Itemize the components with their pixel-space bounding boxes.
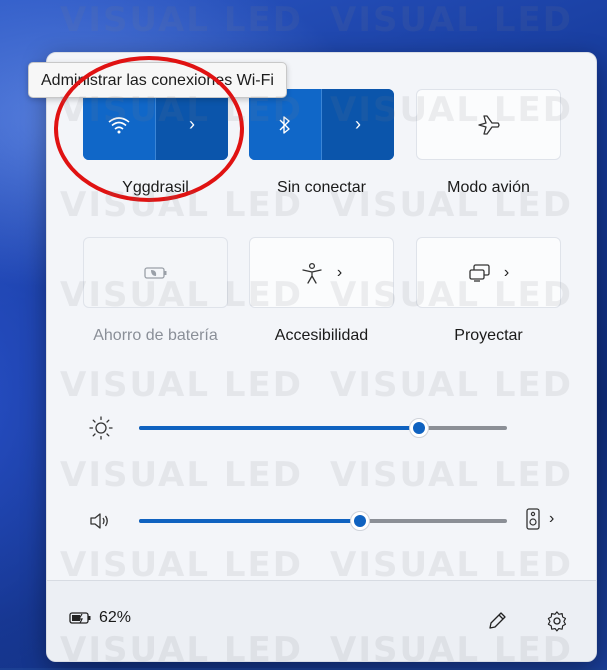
volume-slider[interactable] [139, 511, 507, 531]
gear-icon [547, 611, 567, 632]
brightness-slider-thumb[interactable] [408, 418, 429, 438]
brightness-slider[interactable] [139, 418, 507, 438]
speaker-device-icon [526, 508, 540, 530]
project-icon [469, 263, 490, 282]
airplane-mode-tile[interactable] [416, 89, 561, 160]
battery-saver-label: Ahorro de batería [93, 327, 218, 344]
settings-button[interactable] [543, 607, 571, 635]
chevron-right-icon: › [549, 510, 555, 527]
bluetooth-expand-button[interactable]: › [321, 89, 394, 160]
accessibility-tile[interactable]: › [249, 237, 394, 308]
brightness-icon [89, 416, 113, 440]
pencil-icon [489, 612, 506, 629]
wifi-tile[interactable]: › [83, 89, 228, 160]
battery-charging-icon [69, 612, 91, 624]
volume-slider-thumb[interactable] [349, 511, 370, 531]
volume-icon[interactable] [87, 509, 115, 533]
audio-output-button[interactable]: › [525, 507, 554, 531]
brightness-row [87, 416, 577, 440]
volume-row: › [87, 507, 577, 533]
chevron-right-icon: › [189, 114, 195, 134]
wifi-tooltip: Administrar las conexiones Wi-Fi [28, 62, 287, 98]
project-tile[interactable]: › [416, 237, 561, 308]
battery-percent: 62% [99, 609, 132, 626]
volume-slider-fill [139, 519, 360, 523]
bluetooth-tile[interactable]: › [249, 89, 394, 160]
bluetooth-icon [279, 115, 290, 134]
airplane-icon [477, 114, 500, 135]
chevron-right-icon: › [336, 263, 343, 281]
battery-status[interactable]: 62% [69, 609, 131, 627]
airplane-mode-label: Modo avión [447, 179, 530, 196]
wifi-tile-label: Yggdrasil [122, 179, 189, 196]
wifi-toggle[interactable] [83, 89, 155, 160]
battery-saver-tile[interactable] [83, 237, 228, 308]
chevron-right-icon: › [503, 263, 510, 281]
bluetooth-tile-label: Sin conectar [277, 179, 366, 196]
bluetooth-toggle[interactable] [249, 89, 321, 160]
quick-settings-panel: › Yggdrasil › Sin conectar Modo avión Ah… [46, 52, 597, 662]
accessibility-icon [302, 262, 322, 284]
wifi-icon [108, 116, 130, 133]
edit-quick-settings-button[interactable] [483, 607, 511, 635]
wifi-expand-button[interactable]: › [155, 89, 228, 160]
brightness-slider-fill [139, 426, 419, 430]
battery-saver-icon [143, 266, 166, 279]
accessibility-label: Accesibilidad [274, 327, 369, 344]
chevron-right-icon: › [355, 114, 361, 134]
project-label: Proyectar [454, 327, 523, 344]
quick-settings-footer: 62% [47, 580, 596, 661]
